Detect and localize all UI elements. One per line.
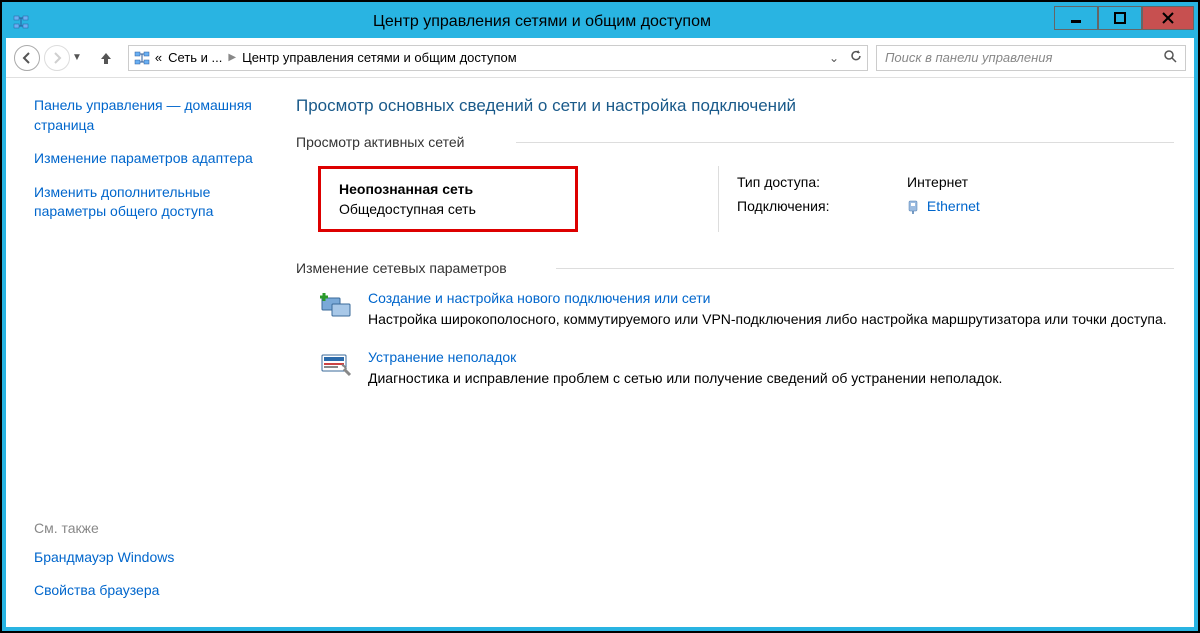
task-troubleshoot-link[interactable]: Устранение неполадок	[368, 349, 516, 365]
page-heading: Просмотр основных сведений о сети и наст…	[296, 96, 1174, 116]
access-type-value: Интернет	[907, 174, 968, 190]
toolbar: ▼ « Сеть и ... ▶ Центр управле	[6, 38, 1194, 78]
network-details: Тип доступа: Интернет Подключения:	[718, 166, 1174, 232]
breadcrumb-current[interactable]: Центр управления сетями и общим доступом	[242, 50, 517, 65]
search-icon[interactable]	[1163, 49, 1177, 66]
network-name: Неопознанная сеть	[339, 181, 547, 197]
create-connection-icon	[318, 290, 354, 322]
breadcrumb-root[interactable]: Сеть и ...	[168, 50, 222, 65]
search-input[interactable]: Поиск в панели управления	[876, 45, 1186, 71]
see-also-label: См. также	[34, 520, 274, 536]
ethernet-icon	[907, 200, 919, 214]
sidebar-link-browser[interactable]: Свойства браузера	[34, 581, 274, 601]
maximize-button[interactable]	[1098, 6, 1142, 30]
history-dropdown-icon[interactable]: ▼	[72, 52, 82, 63]
sidebar-link-sharing[interactable]: Изменить дополнительные параметры общего…	[34, 183, 274, 222]
sidebar-link-home[interactable]: Панель управления — домашняя страница	[34, 96, 274, 135]
window-title: Центр управления сетями и общим доступом	[30, 13, 1054, 31]
change-settings-header: Изменение сетевых параметров	[296, 260, 1174, 276]
sidebar-link-adapter[interactable]: Изменение параметров адаптера	[34, 149, 274, 169]
close-button[interactable]	[1142, 6, 1194, 30]
network-type: Общедоступная сеть	[339, 201, 547, 217]
window: Центр управления сетями и общим доступом…	[2, 2, 1198, 631]
task-create-connection: Создание и настройка нового подключения …	[318, 290, 1174, 329]
main-content: Просмотр основных сведений о сети и наст…	[286, 78, 1194, 627]
address-bar[interactable]: « Сеть и ... ▶ Центр управления сетями и…	[128, 45, 868, 71]
forward-button[interactable]	[44, 45, 70, 71]
active-networks-header: Просмотр активных сетей	[296, 134, 1174, 150]
sidebar-link-firewall[interactable]: Брандмауэр Windows	[34, 548, 274, 568]
chevron-right-icon[interactable]: ▶	[228, 52, 236, 63]
breadcrumb-prefix: «	[155, 50, 162, 65]
sidebar: Панель управления — домашняя страница Из…	[6, 78, 286, 627]
search-placeholder: Поиск в панели управления	[885, 50, 1052, 65]
active-network-highlighted: Неопознанная сеть Общедоступная сеть	[318, 166, 578, 232]
up-button[interactable]	[96, 48, 116, 68]
back-button[interactable]	[14, 45, 40, 71]
minimize-button[interactable]	[1054, 6, 1098, 30]
network-center-icon	[133, 49, 151, 67]
task-create-connection-link[interactable]: Создание и настройка нового подключения …	[368, 290, 710, 306]
task-create-connection-desc: Настройка широкополосного, коммутируемог…	[368, 310, 1167, 329]
network-center-icon	[12, 13, 30, 31]
task-troubleshoot: Устранение неполадок Диагностика и испра…	[318, 349, 1174, 388]
connections-label: Подключения:	[737, 198, 907, 214]
connection-link[interactable]: Ethernet	[927, 198, 980, 214]
task-troubleshoot-desc: Диагностика и исправление проблем с сеть…	[368, 369, 1002, 388]
access-type-label: Тип доступа:	[737, 174, 907, 190]
titlebar: Центр управления сетями и общим доступом	[6, 6, 1194, 38]
troubleshoot-icon	[318, 349, 354, 381]
address-dropdown-icon[interactable]: ⌄	[829, 51, 839, 65]
refresh-button[interactable]	[849, 49, 863, 66]
